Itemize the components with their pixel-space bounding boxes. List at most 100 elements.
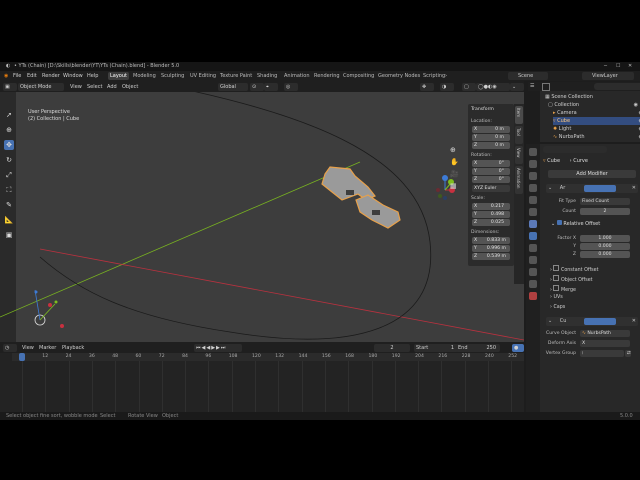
timeline-menu-view[interactable]: View [22,343,34,353]
gizmo-toggle-icon[interactable]: ✥ [420,82,434,91]
delete-modifier-icon[interactable]: ✕ [632,184,636,193]
maximize-icon[interactable]: ☐ [616,62,620,71]
playhead-marker[interactable] [19,353,25,361]
playback-controls[interactable]: ⏮◀◀▶▶⏭ [194,343,242,352]
tab-geometry-nodes[interactable]: Geometry Nodes [376,72,422,80]
array-modifier-name[interactable]: Ar [554,185,565,191]
object-offset-section[interactable]: › Object Offset [550,275,593,283]
rotation-x-field[interactable]: X 0° [472,160,510,167]
scene-selector[interactable]: Scene [508,72,548,80]
object-offset-checkbox[interactable] [553,275,560,281]
modifiers-tab-icon[interactable] [529,232,537,240]
outliner-editor-type-icon[interactable]: ☰ [530,82,534,91]
constant-offset-checkbox[interactable] [553,265,560,271]
add-modifier-button[interactable]: Add Modifier [548,170,636,178]
render-tab-icon[interactable] [529,160,537,168]
sidebar-tab-item[interactable]: Item [515,106,523,124]
vertex-group-field[interactable]: ⁝ [580,350,624,357]
start-frame-field[interactable]: Start 1 [414,343,458,352]
snap-icon[interactable]: ⌖ [264,82,278,91]
add-workspace-icon[interactable]: › [445,71,447,81]
object-tab-icon[interactable] [529,220,537,228]
proportional-edit-icon[interactable]: ◎ [284,82,298,91]
dimensions-y-field[interactable]: Y 0.996 m [472,245,510,252]
factor-y-field[interactable]: 0.000 [580,243,630,250]
chain-link-object[interactable] [321,166,401,229]
modifier-visibility-toggles[interactable] [584,185,616,192]
menu-window[interactable]: Window [63,71,83,81]
transform-orientation-dropdown[interactable]: Global [218,82,248,91]
timeline-editor-type-icon[interactable]: ◷ [3,343,17,352]
curve-modifier-name[interactable]: Cu [554,318,567,324]
factor-z-field[interactable]: 0.000 [580,251,630,258]
scale-x-field[interactable]: X 0.217 [472,203,510,210]
outliner-item-scene-collection[interactable]: ▦ Scene Collection [545,93,639,101]
material-tab-icon[interactable] [529,292,537,300]
light-handle-red-2[interactable] [48,303,52,307]
location-z-field[interactable]: Z 0 m [472,142,510,149]
overlay-toggle-icon[interactable]: ◑ [440,82,454,91]
array-modifier-header[interactable]: ⌄ Ar ✕ [546,184,638,193]
output-tab-icon[interactable] [529,172,537,180]
outliner-item-light[interactable]: ✹ Light◉ [553,125,640,133]
view-layer-selector[interactable]: ViewLayer [582,72,634,80]
rotation-y-field[interactable]: Y 0° [472,168,510,175]
invert-vertex-group-button[interactable]: ⇄ [625,350,631,357]
auto-keying-icon[interactable]: ● [512,343,524,352]
tab-texture-paint[interactable]: Texture Paint [218,72,254,80]
outliner-item-nurbspath[interactable]: ∿ NurbsPath◉ [553,133,640,141]
shading-dropdown-icon[interactable]: ⌄ [510,82,524,91]
relative-offset-checkbox[interactable] [556,220,562,225]
data-tab-icon[interactable] [529,280,537,288]
scene-tab-icon[interactable] [529,196,537,204]
end-frame-field[interactable]: End 250 [456,343,500,352]
physics-tab-icon[interactable] [529,256,537,264]
menu-edit[interactable]: Edit [27,71,37,81]
modifier-visibility-toggles[interactable] [584,318,616,325]
filter-icon[interactable] [542,83,550,91]
light-handle-green[interactable] [54,300,58,304]
current-frame-field[interactable]: 2 [374,343,410,352]
delete-modifier-icon[interactable]: ✕ [632,317,636,326]
tab-compositing[interactable]: Compositing [341,72,376,80]
dimensions-x-field[interactable]: X 0.833 m [472,237,510,244]
timeline-menu-marker[interactable]: Marker [39,343,56,353]
outliner-item-camera[interactable]: ▸ Camera◉ [553,109,640,117]
zoom-icon[interactable]: ⊕ [450,146,456,154]
minimize-icon[interactable]: ─ [604,62,607,71]
outliner-item-cube[interactable]: ▿ Cube◉ [553,117,640,125]
factor-x-field[interactable]: 1.000 [580,235,630,242]
deform-axis-selector[interactable]: X [580,340,630,347]
shading-modes[interactable]: ◯●◐◉ [476,82,510,91]
tab-rendering[interactable]: Rendering [312,72,342,80]
constant-offset-section[interactable]: › Constant Offset [550,265,599,273]
fit-type-dropdown[interactable]: Fixed Count [580,198,630,205]
menu-file[interactable]: File [13,71,21,81]
tab-scripting[interactable]: Scripting [421,72,447,80]
tab-shading[interactable]: Shading [255,72,279,80]
tab-sculpting[interactable]: Sculpting [159,72,186,80]
merge-section[interactable]: › Merge [550,285,576,293]
scale-y-field[interactable]: Y 0.498 [472,211,510,218]
particles-tab-icon[interactable] [529,244,537,252]
uvs-section[interactable]: › UVs [550,295,563,300]
expand-chevron-icon[interactable]: ⌄ [551,221,555,227]
tab-uv-editing[interactable]: UV Editing [188,72,218,80]
tab-animation[interactable]: Animation [282,72,312,80]
pivot-icon[interactable]: ⊙ [250,82,264,91]
tab-modeling[interactable]: Modeling [131,72,158,80]
dimensions-z-field[interactable]: Z 0.539 m [472,253,510,260]
pan-hand-icon[interactable]: ✋ [450,158,459,166]
expand-chevron-icon[interactable]: ⌄ [546,318,552,324]
curve-object-field[interactable]: ∿ NurbsPath [580,330,630,337]
location-y-field[interactable]: Y 0 m [472,134,510,141]
sidebar-tab-view[interactable]: View [515,146,523,164]
rotation-mode-dropdown[interactable]: XYZ Euler [472,185,510,192]
curve-modifier-header[interactable]: ⌄ Cu ✕ [546,317,638,326]
viewport-menu-object[interactable]: Object [122,82,138,92]
light-handle-blue[interactable] [34,290,38,294]
tab-layout[interactable]: Layout [108,72,129,80]
editor-type-icon[interactable]: ▣ [3,82,17,91]
world-tab-icon[interactable] [529,208,537,216]
sidebar-tab-tool[interactable]: Tool [515,126,523,144]
